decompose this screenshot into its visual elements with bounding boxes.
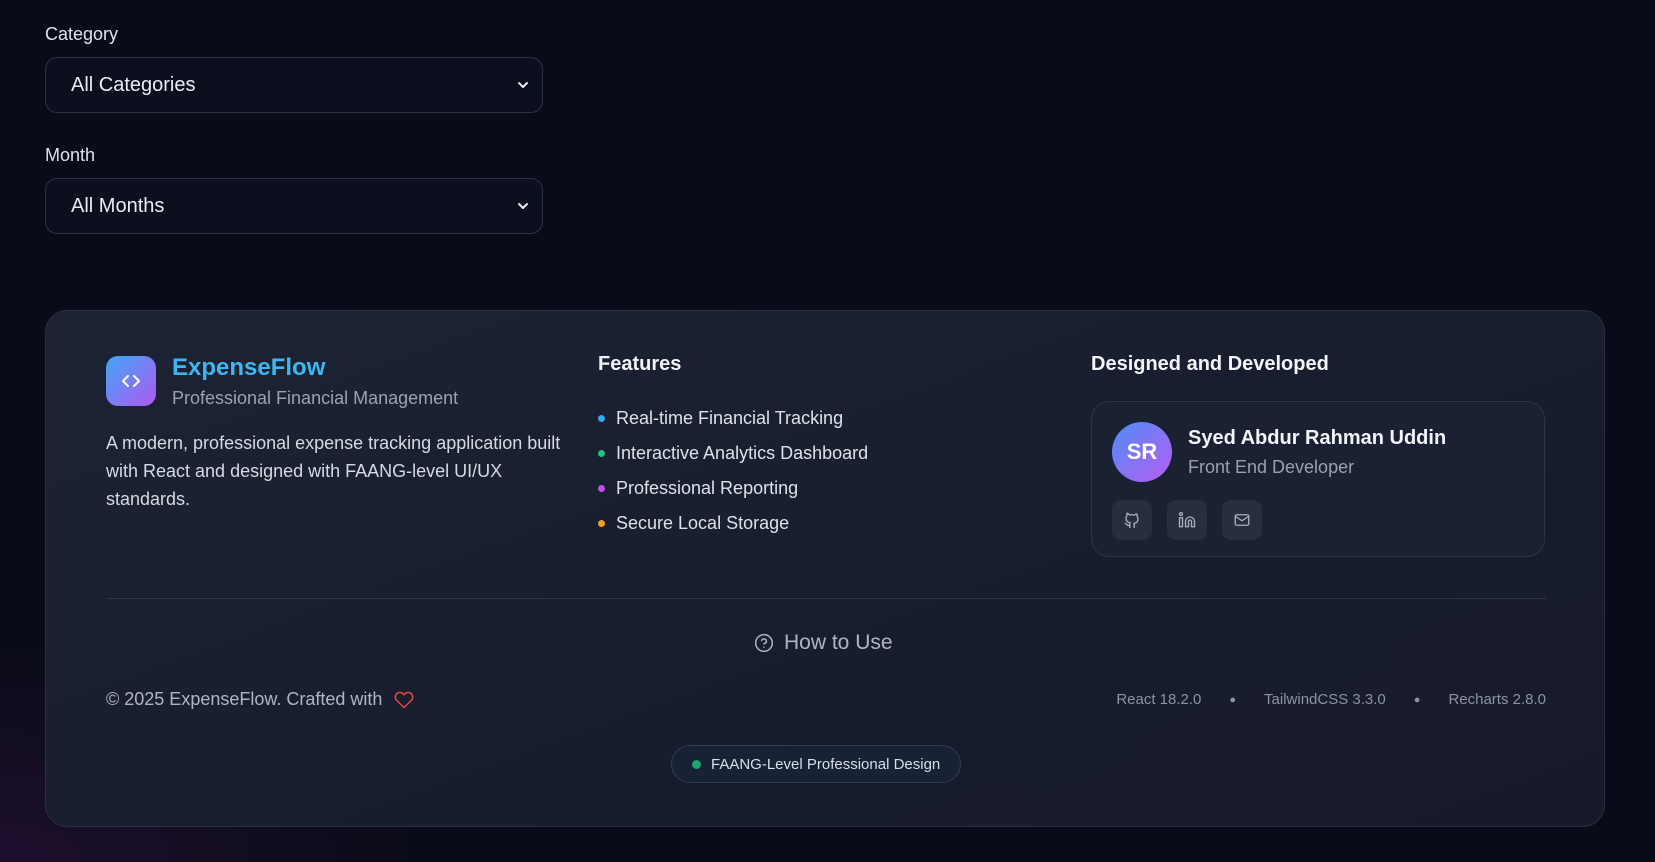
tech-react: React 18.2.0 [1116,691,1202,708]
separator-dot: ● [1229,693,1237,706]
developer-name: Syed Abdur Rahman Uddin [1188,427,1447,449]
developer-card: SR Syed Abdur Rahman Uddin Front End Dev… [1091,401,1545,557]
chevron-down-icon [518,82,528,88]
mail-icon [1234,514,1250,526]
bullet-dot [598,485,605,492]
category-select[interactable]: All Categories [45,57,543,113]
bullet-dot [598,520,605,527]
code-icon [106,356,156,406]
separator-dot: ● [1413,693,1421,706]
copyright-text: © 2025 ExpenseFlow. Crafted with [106,689,383,709]
linkedin-icon [1178,511,1196,528]
brand: ExpenseFlow Professional Financial Manag… [106,354,459,409]
brand-name: ExpenseFlow [172,354,326,381]
avatar: SR [1112,422,1172,482]
bullet-dot [598,415,605,422]
tech-tailwind: TailwindCSS 3.3.0 [1264,691,1386,708]
month-select[interactable]: All Months [45,178,543,234]
filters-panel: Category All Categories Month All Months [45,24,545,266]
feature-item: Real-time Financial Tracking [598,401,868,436]
category-select-value: All Categories [71,73,196,96]
footer-divider [106,598,1546,599]
status-dot [692,759,701,769]
github-link[interactable] [1112,500,1152,540]
tech-recharts: Recharts 2.8.0 [1448,691,1546,708]
developer-role: Front End Developer [1188,457,1355,477]
copyright: © 2025 ExpenseFlow. Crafted with [106,689,414,710]
features-title: Features [598,353,682,375]
chevron-down-icon [518,203,528,209]
feature-item: Secure Local Storage [598,506,868,541]
github-icon [1124,512,1139,529]
brand-description: A modern, professional expense tracking … [106,433,561,509]
design-badge: FAANG-Level Professional Design [671,745,962,783]
how-to-use-label: How to Use [784,631,893,654]
month-select-value: All Months [71,194,165,217]
help-circle-icon [754,633,774,653]
heart-icon [395,691,414,708]
bullet-dot [598,450,605,457]
badge-label: FAANG-Level Professional Design [711,755,941,773]
social-links [1112,500,1277,540]
linkedin-link[interactable] [1167,500,1207,540]
brand-tagline: Professional Financial Management [172,388,459,408]
email-link[interactable] [1222,500,1262,540]
feature-item: Interactive Analytics Dashboard [598,436,868,471]
tech-stack: React 18.2.0 ● TailwindCSS 3.3.0 ● Recha… [1116,691,1546,708]
site-footer: ExpenseFlow Professional Financial Manag… [45,310,1605,827]
category-label: Category [45,24,119,44]
feature-item: Professional Reporting [598,471,868,506]
developer-title: Designed and Developed [1091,353,1329,375]
month-label: Month [45,145,96,165]
how-to-use-button[interactable]: How to Use [754,631,893,655]
features-list: Real-time Financial Tracking Interactive… [598,401,868,541]
